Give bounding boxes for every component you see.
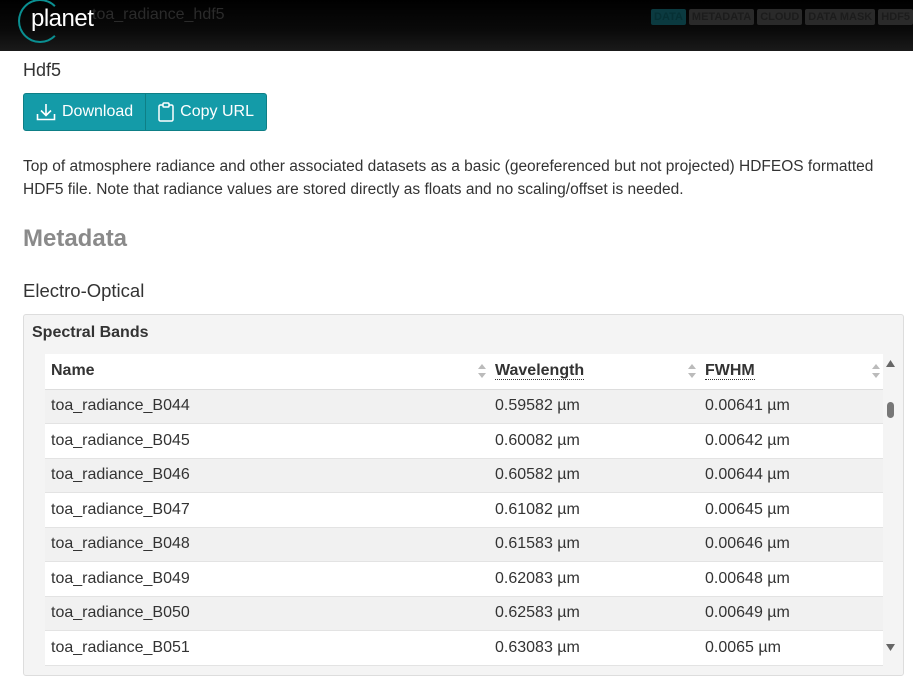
tab-data[interactable]: DATA [651, 9, 686, 25]
scroll-up-arrow-icon[interactable] [886, 360, 895, 367]
wavelength-cell: 0.60582 µm [489, 458, 699, 493]
band-name-cell: toa_radiance_B051 [45, 630, 489, 666]
fwhm-cell: 0.00648 µm [699, 561, 883, 597]
scroll-down-arrow-icon[interactable] [886, 644, 895, 651]
metadata-heading: Metadata [23, 225, 128, 252]
panel-title: Spectral Bands [32, 324, 149, 341]
column-header-label: Wavelength [495, 362, 585, 381]
table-row: toa_radiance_B048 0.61583 µm 0.00646 µm [45, 527, 883, 562]
table-row: toa_radiance_B045 0.60082 µm 0.00642 µm [45, 423, 883, 459]
download-icon [36, 103, 56, 121]
fwhm-cell: 0.0065 µm [699, 630, 883, 666]
tab-metadata[interactable]: METADATA [688, 9, 755, 25]
wavelength-cell: 0.62583 µm [489, 596, 699, 631]
obscured-title: toa_radiance_hdf5 [92, 6, 225, 23]
asset-name: Hdf5 [23, 60, 62, 80]
band-name-cell: toa_radiance_B047 [45, 492, 489, 528]
band-name-cell: toa_radiance_B049 [45, 561, 489, 597]
fwhm-cell: 0.00642 µm [699, 423, 883, 459]
electro-optical-heading: Electro-Optical [23, 280, 145, 301]
download-label: Download [62, 103, 134, 120]
wavelength-cell: 0.61583 µm [489, 527, 699, 562]
table-row: toa_radiance_B047 0.61082 µm 0.00645 µm [45, 492, 883, 528]
table-row: toa_radiance_B046 0.60582 µm 0.00644 µm [45, 458, 883, 493]
column-header-label: FWHM [705, 362, 755, 381]
table-row: toa_radiance_B049 0.62083 µm 0.00648 µm [45, 561, 883, 597]
top-header: toa_radiance_hdf5 planet DATA METADATA C… [0, 0, 913, 51]
wavelength-cell: 0.62083 µm [489, 561, 699, 597]
sort-icon[interactable] [871, 363, 881, 379]
fwhm-cell: 0.00641 µm [699, 389, 883, 424]
wavelength-cell: 0.60082 µm [489, 423, 699, 459]
tab-data-mask[interactable]: DATA MASK [805, 9, 876, 25]
column-header-name[interactable]: Name [45, 354, 489, 390]
spectral-bands-panel: Spectral Bands Name Wavelength FWHM toa_… [23, 314, 904, 676]
tab-hdf5[interactable]: HDF5 [878, 9, 913, 25]
band-name-cell: toa_radiance_B050 [45, 596, 489, 631]
spectral-bands-table-container[interactable]: Name Wavelength FWHM toa_radiance_B044 0… [45, 354, 883, 666]
copy-url-label: Copy URL [180, 103, 254, 120]
planet-logo[interactable]: planet [31, 5, 94, 33]
fwhm-cell: 0.00645 µm [699, 492, 883, 528]
fwhm-cell: 0.00644 µm [699, 458, 883, 493]
fwhm-cell: 0.00646 µm [699, 527, 883, 562]
table-row: toa_radiance_B044 0.59582 µm 0.00641 µm [45, 389, 883, 424]
table-header-row: Name Wavelength FWHM [45, 354, 883, 390]
scrollbar-thumb[interactable] [887, 402, 894, 418]
column-header-fwhm[interactable]: FWHM [699, 354, 883, 390]
spectral-bands-table: Name Wavelength FWHM toa_radiance_B044 0… [45, 354, 883, 666]
wavelength-cell: 0.59582 µm [489, 389, 699, 424]
asset-type-tabs: DATA METADATA CLOUD DATA MASK HDF5 [651, 9, 913, 25]
sort-icon[interactable] [687, 363, 697, 379]
table-row: toa_radiance_B051 0.63083 µm 0.0065 µm [45, 630, 883, 666]
sort-icon[interactable] [477, 363, 487, 379]
column-header-label: Name [51, 362, 95, 380]
fwhm-cell: 0.00649 µm [699, 596, 883, 631]
copy-url-button[interactable]: Copy URL [145, 94, 266, 130]
asset-actions: Download Copy URL [23, 93, 267, 131]
clipboard-icon [158, 102, 174, 122]
band-name-cell: toa_radiance_B045 [45, 423, 489, 459]
column-header-wavelength[interactable]: Wavelength [489, 354, 699, 390]
band-name-cell: toa_radiance_B044 [45, 389, 489, 424]
band-name-cell: toa_radiance_B048 [45, 527, 489, 562]
download-button[interactable]: Download [24, 94, 145, 130]
wavelength-cell: 0.61082 µm [489, 492, 699, 528]
asset-description: Top of atmosphere radiance and other ass… [23, 158, 874, 198]
wavelength-cell: 0.63083 µm [489, 630, 699, 666]
table-row: toa_radiance_B050 0.62583 µm 0.00649 µm [45, 596, 883, 631]
tab-cloud[interactable]: CLOUD [757, 9, 803, 25]
table-scrollbar[interactable] [883, 354, 899, 656]
band-name-cell: toa_radiance_B046 [45, 458, 489, 493]
